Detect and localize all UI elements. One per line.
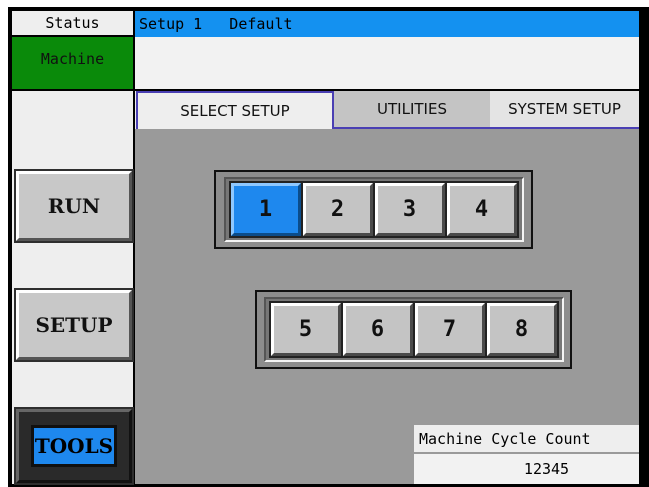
status-badge: Machine (12, 37, 133, 89)
setup-4-button[interactable]: 4 (444, 181, 519, 238)
status-label: Status (12, 11, 133, 35)
tools-button[interactable]: TOOLS (14, 407, 134, 485)
setup-buttons-row-1: 1 2 3 4 (223, 177, 524, 242)
setup-title-bar: Setup 1 Default (135, 11, 639, 37)
cycle-count-value: 12345 (414, 454, 639, 484)
setup-2-button[interactable]: 2 (300, 181, 375, 238)
tab-system-setup[interactable]: SYSTEM SETUP (490, 91, 639, 129)
cycle-count-label: Machine Cycle Count (414, 425, 639, 452)
setup-5-button[interactable]: 5 (268, 301, 343, 358)
setup-button[interactable]: SETUP (14, 288, 134, 362)
tab-select-setup[interactable]: SELECT SETUP (136, 91, 334, 129)
setup-7-button[interactable]: 7 (412, 301, 487, 358)
setup-buttons-group-1: 1 2 3 4 (214, 170, 533, 249)
setup-buttons-group-2: 5 6 7 8 (255, 290, 572, 369)
setup-6-button[interactable]: 6 (340, 301, 415, 358)
tab-utilities[interactable]: UTILITIES (334, 91, 490, 129)
setup-1-button[interactable]: 1 (228, 181, 303, 238)
tools-button-label: TOOLS (31, 425, 117, 467)
setup-8-button[interactable]: 8 (484, 301, 559, 358)
setup-3-button[interactable]: 3 (372, 181, 447, 238)
setup-buttons-row-2: 5 6 7 8 (263, 297, 564, 362)
run-button[interactable]: RUN (14, 169, 134, 243)
message-bar (135, 37, 639, 89)
